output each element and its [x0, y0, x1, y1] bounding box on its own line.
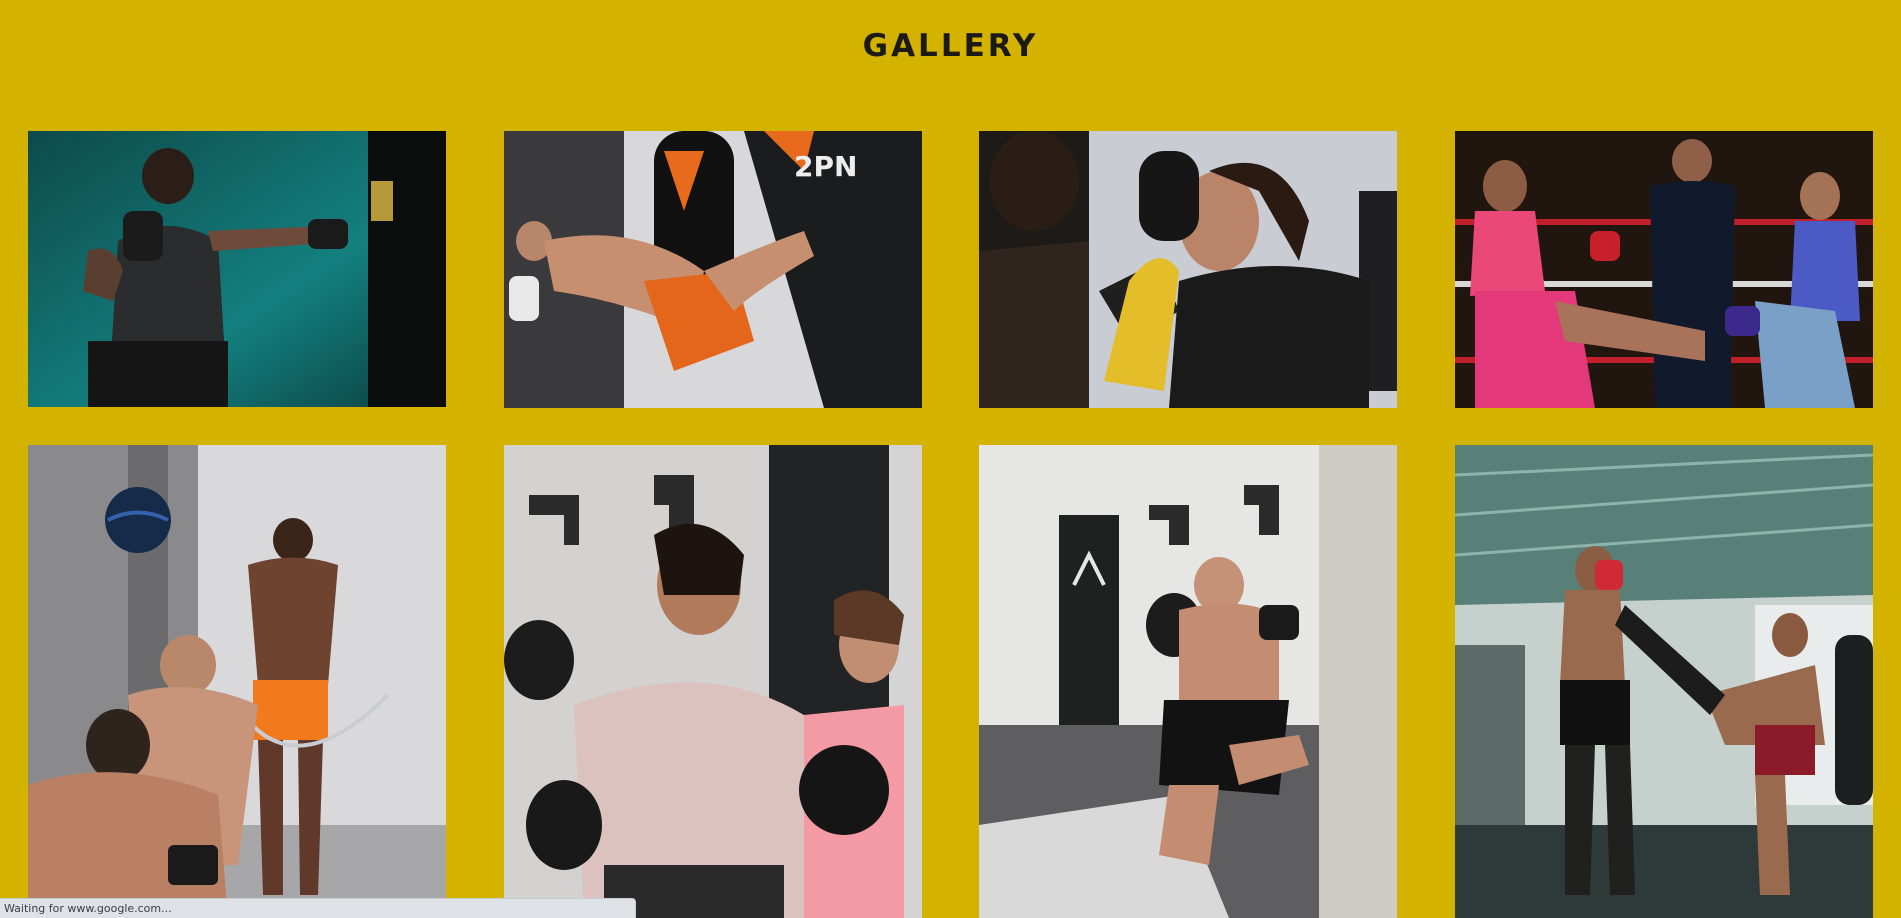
woman-boxer-pads-photo: [979, 131, 1397, 408]
gallery-image-5[interactable]: [28, 445, 446, 918]
gallery-image-4[interactable]: [1455, 131, 1873, 408]
gym-training-photo: [28, 445, 446, 918]
gallery-image-7[interactable]: [979, 445, 1397, 918]
women-fighters-ring-photo: [1455, 131, 1873, 408]
gallery-image-6[interactable]: [504, 445, 922, 918]
kickboxer-orange-shorts-photo: 2PN: [504, 131, 922, 408]
gallery-image-8[interactable]: [1455, 445, 1873, 918]
gallery-page: GALLERY 2PN Waiting for www.google.com..…: [0, 0, 1901, 918]
muay-thai-sparring-photo: [1455, 445, 1873, 918]
boxer-punching-bag-photo: [28, 131, 446, 407]
page-title: GALLERY: [862, 28, 1039, 64]
gallery-image-1[interactable]: [28, 131, 446, 407]
svg-text:2PN: 2PN: [794, 150, 857, 183]
man-kneeing-heavy-bag-photo: [979, 445, 1397, 918]
gallery-image-2[interactable]: 2PN: [504, 131, 922, 408]
gallery-image-3[interactable]: [979, 131, 1397, 408]
browser-status-bar: Waiting for www.google.com...: [0, 898, 636, 918]
women-boxing-gloves-photo: [504, 445, 922, 918]
